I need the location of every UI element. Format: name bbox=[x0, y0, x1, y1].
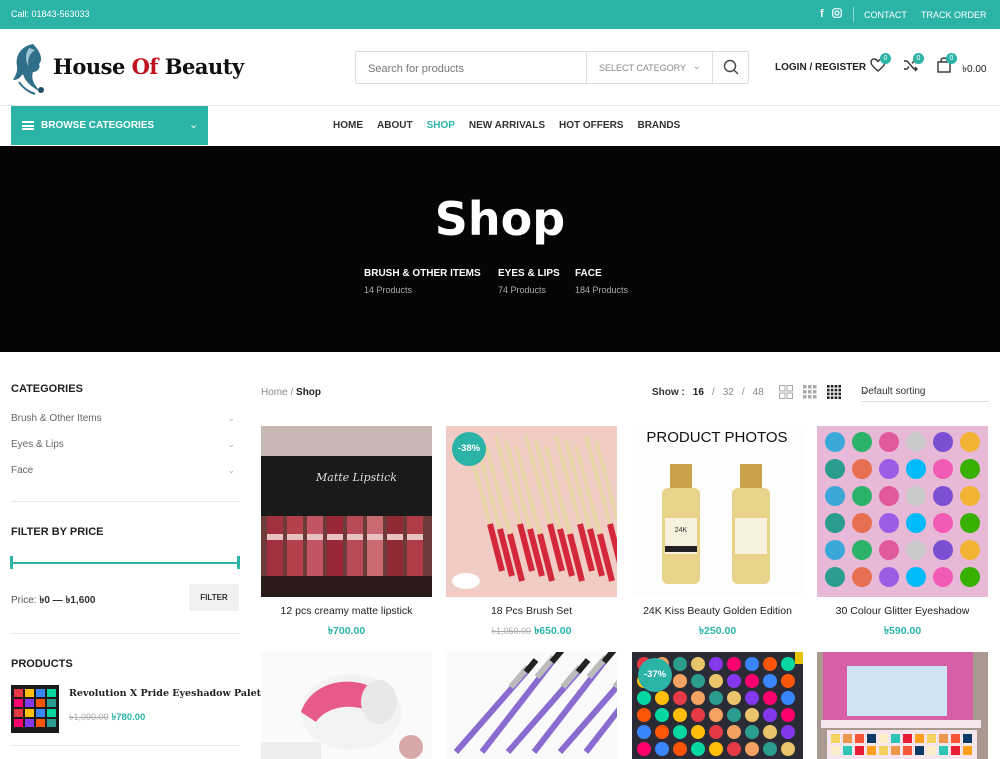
price-slider-max-handle[interactable] bbox=[237, 556, 240, 569]
browse-categories-button[interactable]: BROWSE CATEGORIES ⌄ bbox=[11, 106, 208, 145]
chevron-down-icon: ⌄ bbox=[227, 465, 235, 475]
sidebar-product-name[interactable]: Revolution X Pride Eyeshadow Palette bbox=[69, 688, 272, 699]
sort-select[interactable]: Default sorting ⌄ bbox=[861, 380, 989, 402]
phone-number: Call: 01843-563033 bbox=[11, 9, 90, 19]
svg-text:Matte Lipstick: Matte Lipstick bbox=[315, 471, 397, 484]
divider bbox=[11, 501, 239, 502]
wishlist-button[interactable]: 0 bbox=[869, 53, 891, 76]
site-logo[interactable]: House Of Beauty bbox=[11, 38, 244, 98]
grid-view-switcher bbox=[779, 385, 841, 399]
logo-face-icon bbox=[13, 44, 44, 95]
search-icon bbox=[723, 59, 739, 75]
categories-heading: CATEGORIES bbox=[11, 383, 83, 395]
track-order-link[interactable]: TRACK ORDER bbox=[921, 10, 987, 20]
chevron-down-icon: ⌄ bbox=[227, 413, 235, 423]
product-name[interactable]: 18 Pcs Brush Set bbox=[446, 605, 617, 617]
chevron-down-icon: ⌄ bbox=[227, 439, 235, 449]
cart-button[interactable]: 0 bbox=[935, 53, 957, 76]
price-range-label: Price: ৳0 — ৳1,600 bbox=[11, 595, 96, 606]
per-page-48[interactable]: 48 bbox=[753, 387, 764, 398]
breadcrumb: Home / Shop bbox=[261, 387, 322, 398]
svg-text:PRODUCT PHOTOS: PRODUCT PHOTOS bbox=[646, 429, 787, 446]
price-slider-track[interactable] bbox=[11, 562, 239, 564]
product-image[interactable] bbox=[261, 652, 432, 759]
nav-shop[interactable]: SHOP bbox=[427, 120, 455, 131]
chevron-down-icon: ⌄ bbox=[693, 61, 701, 71]
cart-count: 0 bbox=[946, 53, 957, 64]
product-image[interactable]: -37% bbox=[632, 652, 803, 759]
svg-text:24K: 24K bbox=[675, 527, 688, 534]
per-page-16[interactable]: 16 bbox=[693, 387, 704, 398]
grid-3-icon[interactable] bbox=[803, 385, 817, 399]
hero-category-face[interactable]: FACE 184 Products bbox=[575, 268, 628, 295]
sidebar-category-brush[interactable]: Brush & Other Items ⌄ bbox=[11, 413, 239, 424]
facebook-icon[interactable]: f bbox=[820, 8, 824, 21]
product-image[interactable] bbox=[817, 426, 988, 597]
product-price: ৳590.00 bbox=[883, 625, 922, 637]
contact-link[interactable]: CONTACT bbox=[864, 10, 907, 20]
sale-badge: -38% bbox=[452, 432, 486, 466]
page-hero: Shop BRUSH & OTHER ITEMS 14 Products EYE… bbox=[0, 146, 1000, 352]
product-price: ৳700.00 bbox=[327, 625, 366, 637]
product-price: ৳250.00 bbox=[698, 625, 737, 637]
logo-text: House Of Beauty bbox=[53, 54, 244, 79]
product-image[interactable] bbox=[446, 652, 617, 759]
product-name[interactable]: 12 pcs creamy matte lipstick bbox=[261, 605, 432, 617]
product-image[interactable] bbox=[817, 652, 988, 759]
site-header: House Of Beauty Search for products SELE… bbox=[0, 29, 1000, 106]
wishlist-count: 0 bbox=[880, 53, 891, 64]
compare-button[interactable]: 0 bbox=[902, 53, 924, 76]
chevron-down-icon: ⌄ bbox=[861, 386, 868, 395]
instagram-icon[interactable] bbox=[831, 8, 842, 21]
nav-hot-offers[interactable]: HOT OFFERS bbox=[559, 120, 623, 131]
category-select[interactable]: SELECT CATEGORY ⌄ bbox=[586, 52, 712, 83]
social-links: f bbox=[820, 8, 842, 21]
product-price: ৳1,050.00 ৳650.00 bbox=[491, 625, 572, 637]
divider bbox=[11, 633, 239, 634]
per-page-32[interactable]: 32 bbox=[723, 387, 734, 398]
sidebar-category-face[interactable]: Face ⌄ bbox=[11, 465, 239, 476]
breadcrumb-current: Shop bbox=[296, 387, 322, 398]
sidebar-category-eyes-lips[interactable]: Eyes & Lips ⌄ bbox=[11, 439, 239, 450]
product-image[interactable]: Matte Lipstick bbox=[261, 426, 432, 597]
price-slider-min-handle[interactable] bbox=[10, 556, 13, 569]
hero-category-eyes-lips[interactable]: EYES & LIPS 74 Products bbox=[498, 268, 560, 295]
product-image[interactable]: PRODUCT PHOTOS 24K bbox=[632, 426, 803, 597]
per-page-selector: Show : 16 / 32 / 48 bbox=[652, 387, 764, 398]
search-input[interactable]: Search for products bbox=[368, 63, 464, 75]
product-name[interactable]: 24K Kiss Beauty Golden Edition bbox=[632, 605, 803, 617]
filter-by-price-heading: FILTER BY PRICE bbox=[11, 526, 104, 538]
grid-4-icon[interactable] bbox=[827, 385, 841, 399]
product-thumbnail[interactable] bbox=[11, 685, 59, 733]
nav-brands[interactable]: BRANDS bbox=[637, 120, 680, 131]
topbar-divider bbox=[853, 7, 854, 22]
main-nav: HOME ABOUT SHOP NEW ARRIVALS HOT OFFERS … bbox=[333, 120, 680, 131]
menu-icon bbox=[22, 121, 34, 130]
nav-new-arrivals[interactable]: NEW ARRIVALS bbox=[469, 120, 545, 131]
search-bar: Search for products SELECT CATEGORY ⌄ bbox=[355, 51, 749, 84]
nav-about[interactable]: ABOUT bbox=[377, 120, 413, 131]
product-name[interactable]: 30 Colour Glitter Eyeshadow bbox=[817, 605, 988, 617]
grid-2-icon[interactable] bbox=[779, 385, 793, 399]
products-heading: PRODUCTS bbox=[11, 658, 73, 670]
divider bbox=[11, 745, 239, 746]
page-title: Shop bbox=[434, 192, 566, 246]
sidebar-product-price: ৳1,090.00 ৳780.00 bbox=[69, 712, 146, 723]
hero-category-brush[interactable]: BRUSH & OTHER ITEMS 14 Products bbox=[364, 268, 481, 295]
compare-count: 0 bbox=[913, 53, 924, 64]
login-register-link[interactable]: LOGIN / REGISTER bbox=[775, 62, 866, 73]
search-button[interactable] bbox=[712, 52, 748, 83]
breadcrumb-home[interactable]: Home bbox=[261, 387, 288, 398]
chevron-down-icon: ⌄ bbox=[189, 119, 199, 131]
top-bar: Call: 01843-563033 f CONTACT TRACK ORDER bbox=[0, 0, 1000, 29]
nav-home[interactable]: HOME bbox=[333, 120, 363, 131]
sale-badge: -37% bbox=[638, 658, 672, 692]
cart-total[interactable]: ৳0.00 bbox=[962, 62, 986, 79]
product-image[interactable]: -38% bbox=[446, 426, 617, 597]
filter-button[interactable]: FILTER bbox=[189, 584, 239, 611]
